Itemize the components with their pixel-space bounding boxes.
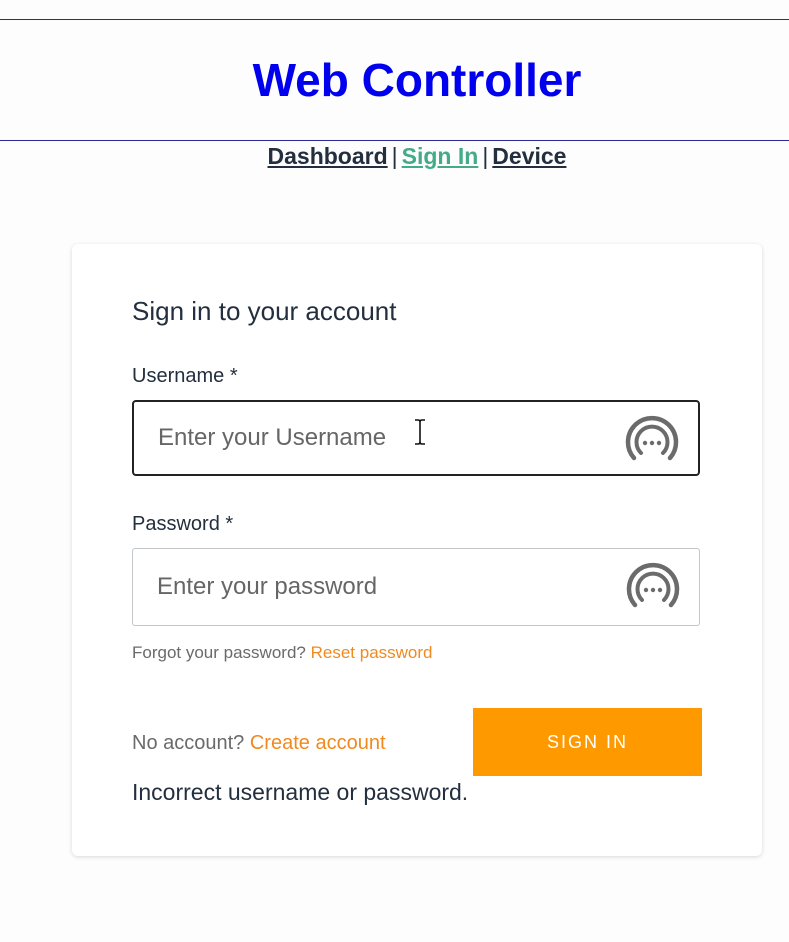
password-field-box bbox=[132, 548, 700, 626]
forgot-password-row: Forgot your password? Reset password bbox=[132, 642, 433, 664]
password-label: Password * bbox=[132, 513, 234, 535]
nav-link-dashboard[interactable]: Dashboard bbox=[268, 143, 388, 169]
sign-in-button[interactable]: SIGN IN bbox=[473, 708, 702, 776]
nav-link-sign-in[interactable]: Sign In bbox=[402, 143, 479, 169]
signin-title: Sign in to your account bbox=[132, 296, 397, 326]
error-message: Incorrect username or password. bbox=[132, 779, 469, 805]
top-divider bbox=[0, 19, 789, 20]
nav-bar: Dashboard | Sign In | Device bbox=[0, 141, 789, 171]
create-account-link[interactable]: Create account bbox=[250, 732, 386, 754]
text-cursor-icon bbox=[415, 419, 425, 445]
no-account-text: No account? bbox=[132, 732, 245, 754]
password-manager-icon[interactable] bbox=[623, 557, 683, 617]
page: Web Controller Dashboard | Sign In | Device … bbox=[0, 0, 789, 942]
username-label: Username * bbox=[132, 365, 238, 387]
nav-separator: | bbox=[391, 143, 398, 169]
password-input[interactable] bbox=[157, 549, 597, 625]
forgot-password-text: Forgot your password? bbox=[132, 643, 306, 662]
nav-separator: | bbox=[482, 143, 489, 169]
no-account-row: No account? Create account bbox=[132, 730, 386, 756]
username-input[interactable] bbox=[158, 402, 598, 474]
nav-link-device[interactable]: Device bbox=[492, 143, 566, 169]
reset-password-link[interactable]: Reset password bbox=[311, 643, 433, 662]
signin-card: Sign in to your account Username * Passw… bbox=[72, 244, 762, 856]
app-title: Web Controller bbox=[252, 54, 582, 106]
password-manager-icon[interactable] bbox=[622, 410, 682, 470]
